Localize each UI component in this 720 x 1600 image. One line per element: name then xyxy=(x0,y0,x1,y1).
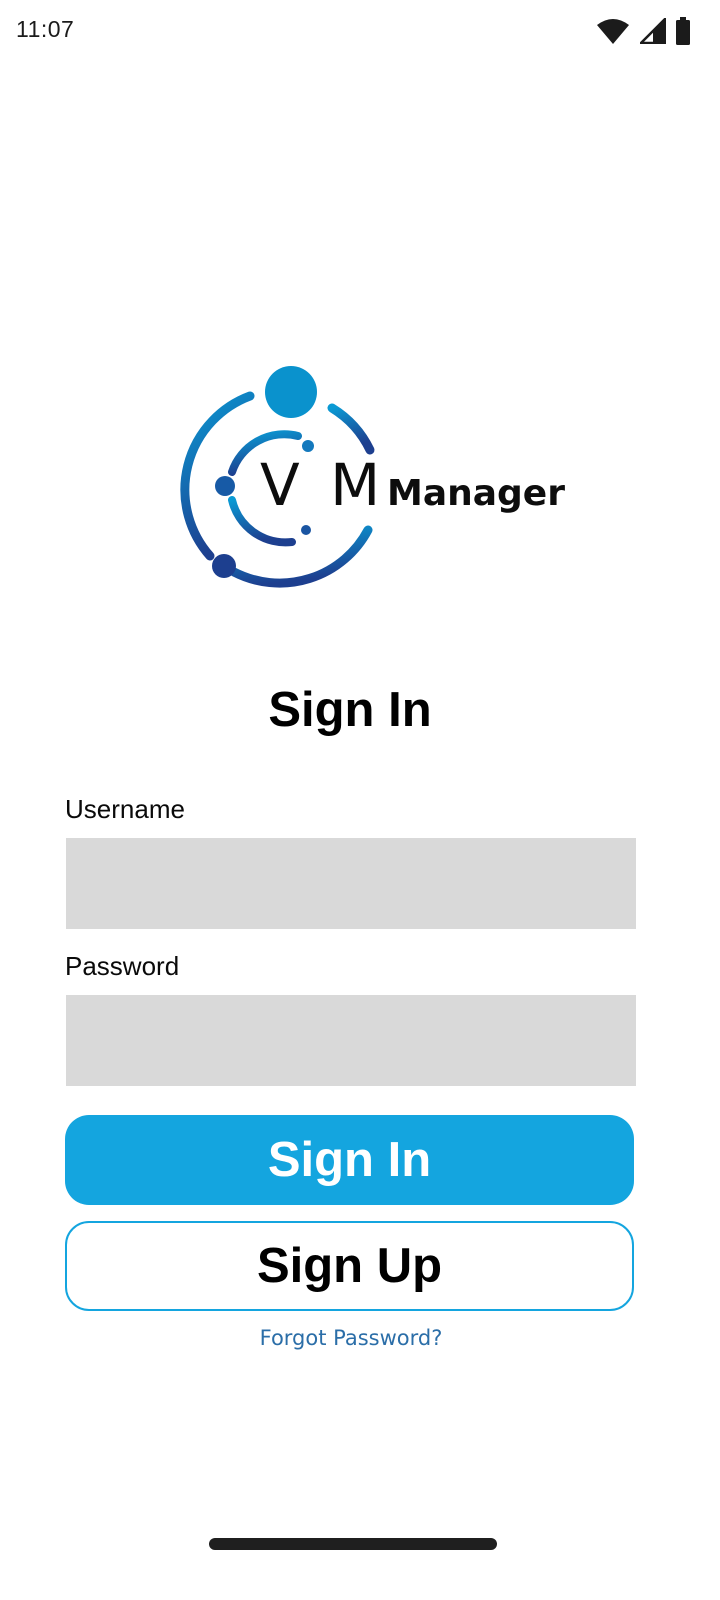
password-label: Password xyxy=(65,951,180,981)
home-indicator[interactable] xyxy=(209,1538,497,1550)
username-input[interactable] xyxy=(66,838,636,929)
app-logo: V M Manager xyxy=(170,360,565,600)
status-icons xyxy=(596,14,690,48)
forgot-password-link[interactable]: Forgot Password? xyxy=(0,1326,702,1350)
battery-icon xyxy=(676,17,690,45)
status-time: 11:07 xyxy=(16,16,75,42)
wifi-icon xyxy=(596,18,630,44)
logo-manager-text: Manager xyxy=(387,473,565,514)
sign-up-button[interactable]: Sign Up xyxy=(65,1221,634,1311)
page-title: Sign In xyxy=(268,683,432,737)
cell-signal-icon xyxy=(640,18,666,44)
username-label: Username xyxy=(65,794,185,824)
sign-in-button[interactable]: Sign In xyxy=(65,1115,634,1205)
logo-vm-text: V M xyxy=(260,451,387,519)
status-bar: 11:07 xyxy=(0,0,720,64)
password-input[interactable] xyxy=(66,995,636,1086)
